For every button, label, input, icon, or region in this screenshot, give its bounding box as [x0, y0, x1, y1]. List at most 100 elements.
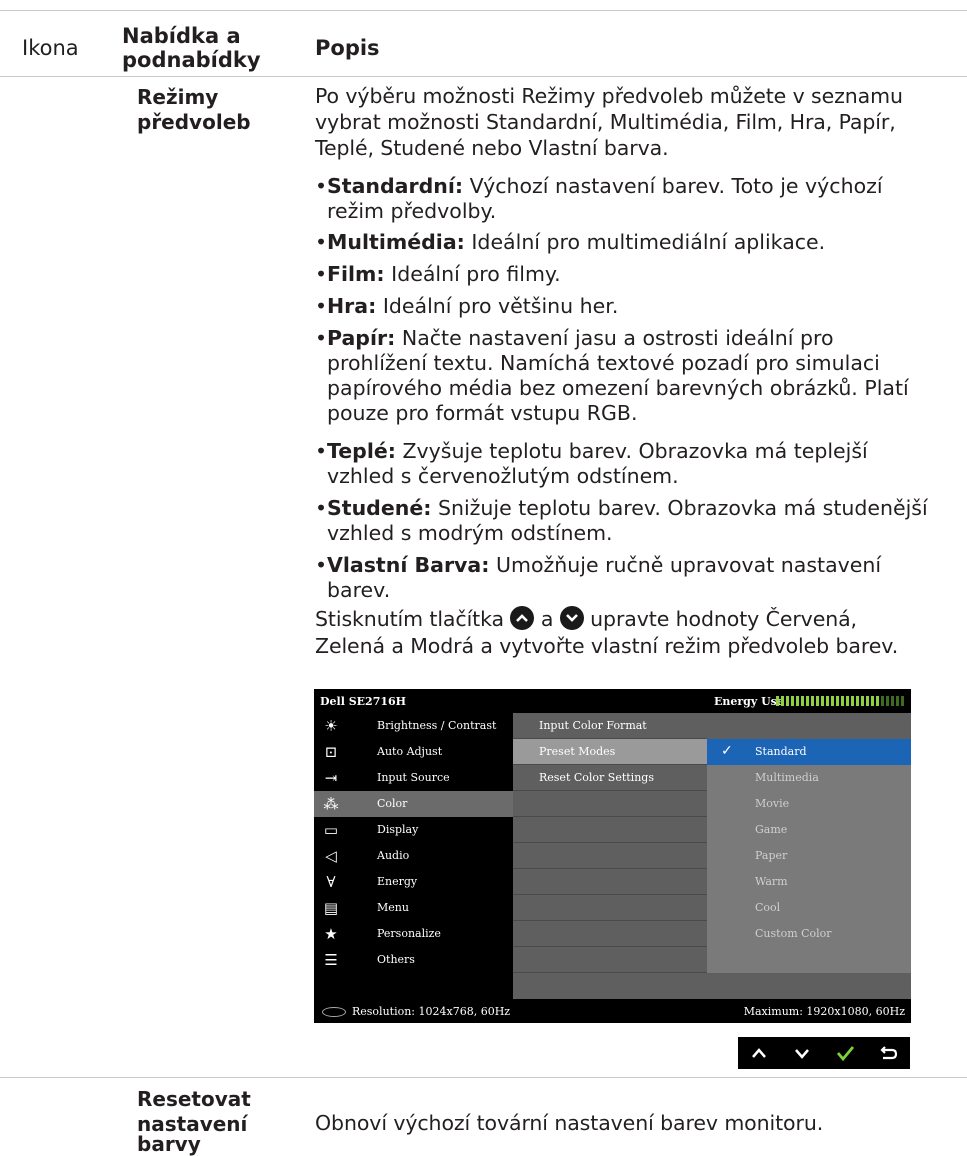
osd-option-multimedia[interactable]: Multimedia [707, 765, 911, 791]
header-rule [0, 76, 967, 77]
intro-line-3: Teplé, Studené nebo Vlastní barva. [315, 136, 669, 160]
osd-menu-label: Menu [377, 901, 409, 914]
chevron-up-icon [752, 1048, 766, 1058]
up-nav-button[interactable] [738, 1037, 781, 1069]
bullet-term: Film: [327, 262, 385, 286]
osd-energy-label: Energy Use [714, 695, 784, 708]
star-icon: ★ [324, 925, 338, 943]
energy-bar-segment [851, 696, 854, 706]
energy-bar-segment [886, 696, 889, 706]
osd-option-label: Multimedia [755, 771, 819, 784]
energy-bar-segment [776, 696, 779, 706]
bullet-text: vzhled s modrým odstínem. [327, 521, 613, 545]
osd-menu-item-others[interactable]: ☰ Others [314, 947, 513, 973]
bullet-standard: •Standardní: Výchozí nastavení barev. To… [315, 174, 955, 224]
osd-menu-label: Input Source [377, 771, 450, 784]
down-nav-button[interactable] [781, 1037, 824, 1069]
header-menu-line2: podnabídky [122, 48, 261, 72]
osd-sub-empty [513, 869, 707, 895]
osd-sub-reset-color[interactable]: Reset Color Settings [513, 765, 707, 791]
osd-option-custom-color[interactable]: Custom Color [707, 921, 911, 947]
osd-sub-empty [513, 791, 707, 817]
bullet-text: Zvyšuje teplotu barev. Obrazovka má tepl… [402, 439, 868, 463]
energy-bar-segment [896, 696, 899, 706]
osd-menu-item-audio[interactable]: ◁ Audio [314, 843, 513, 869]
bullet-paper: •Papír: Načte nastavení jasu a ostrosti … [315, 326, 955, 426]
osd-menu-label: Personalize [377, 927, 441, 940]
intro-line-2: vybrat možnosti Standardní, Multimédia, … [315, 110, 896, 134]
energy-bar-segment [866, 696, 869, 706]
energy-bar-segment [901, 696, 904, 706]
osd-menu-label: Others [377, 953, 415, 966]
energy-bar-segment [841, 696, 844, 706]
osd-option-label: Custom Color [755, 927, 832, 940]
intro-line-1: Po výběru možnosti Režimy předvoleb může… [315, 84, 903, 108]
energy-bar-segment [781, 696, 784, 706]
bullet-term: Teplé: [327, 439, 396, 463]
osd-title-bar: Dell SE2716H Energy Use [314, 689, 911, 713]
energy-bar-segment [821, 696, 824, 706]
energy-bar-segment [806, 696, 809, 706]
monitor-icon [322, 1007, 346, 1017]
bullet-text: Snižuje teplotu barev. Obrazovka má stud… [437, 496, 928, 520]
others-icon: ☰ [324, 951, 338, 969]
bullet-custom-color: •Vlastní Barva: Umožňuje ručně upravovat… [315, 553, 955, 603]
bullet-multimedia: •Multimédia: Ideální pro multimediální a… [315, 230, 826, 254]
energy-bar-segment [871, 696, 874, 706]
osd-menu-screenshot: Dell SE2716H Energy Use ☀ Brightness / Co… [314, 689, 911, 1023]
osd-sub-empty [513, 843, 707, 869]
osd-sub-label: Preset Modes [539, 745, 616, 758]
osd-menu-item-energy[interactable]: ∀ Energy [314, 869, 513, 895]
bullet-term: Studené: [327, 496, 432, 520]
top-rule [0, 10, 967, 11]
press-line-2: Zelená a Modrá a vytvořte vlastní režim … [315, 634, 899, 658]
check-icon [836, 1046, 855, 1062]
energy-bar-segment [801, 696, 804, 706]
osd-option-warm[interactable]: Warm [707, 869, 911, 895]
osd-menu-item-display[interactable]: ▭ Display [314, 817, 513, 843]
osd-option-movie[interactable]: Movie [707, 791, 911, 817]
reset-color-label-1: Resetovat [137, 1087, 251, 1111]
energy-bar-segment [786, 696, 789, 706]
energy-bar-segment [816, 696, 819, 706]
bullet-text: Ideální pro většinu her. [382, 294, 619, 318]
energy-bar-segment [796, 696, 799, 706]
osd-option-label: Game [755, 823, 788, 836]
osd-option-label: Movie [755, 797, 790, 810]
bullet-term: Multimédia: [327, 230, 465, 254]
bullet-text: barev. [327, 578, 391, 602]
energy-bar-segment [876, 696, 879, 706]
osd-menu-item-brightness-contrast[interactable]: ☀ Brightness / Contrast [314, 713, 513, 739]
back-nav-button[interactable] [867, 1037, 910, 1069]
osd-sub-empty [513, 895, 707, 921]
osd-option-label: Standard [755, 745, 807, 758]
osd-menu-item-color[interactable]: ⁂ Color [314, 791, 513, 817]
auto-adjust-icon: ⊡ [324, 743, 338, 761]
osd-option-cool[interactable]: Cool [707, 895, 911, 921]
bullet-term: Hra: [327, 294, 377, 318]
energy-bar-segment [846, 696, 849, 706]
energy-bar-segment [836, 696, 839, 706]
bullet-text: Výchozí nastavení barev. Toto je výchozí [469, 174, 883, 198]
energy-bar-segment [811, 696, 814, 706]
up-button-icon [510, 606, 535, 630]
osd-option-paper[interactable]: Paper [707, 843, 911, 869]
osd-sub-preset-modes[interactable]: Preset Modes [513, 739, 707, 765]
bullet-text: režim předvolby. [327, 199, 497, 223]
section-rule [0, 1077, 967, 1078]
bullet-warm: •Teplé: Zvyšuje teplotu barev. Obrazovka… [315, 439, 955, 489]
press-pre-text: Stisknutím tlačítka [315, 607, 504, 631]
bullet-text: papírového média bez omezení barevných o… [327, 376, 909, 400]
energy-bar-segment [826, 696, 829, 706]
osd-sub-label: Reset Color Settings [539, 771, 654, 784]
osd-menu-item-input-source[interactable]: ⇥ Input Source [314, 765, 513, 791]
osd-menu-item-auto-adjust[interactable]: ⊡ Auto Adjust [314, 739, 513, 765]
osd-menu-item-personalize[interactable]: ★ Personalize [314, 921, 513, 947]
down-button-icon [559, 606, 584, 630]
ok-nav-button[interactable] [824, 1037, 867, 1069]
osd-menu-item-menu[interactable]: ▤ Menu [314, 895, 513, 921]
energy-bar-segment [831, 696, 834, 706]
osd-option-standard[interactable]: ✓ Standard [707, 739, 911, 765]
osd-sub-input-color-format[interactable]: Input Color Format [513, 713, 707, 739]
osd-option-game[interactable]: Game [707, 817, 911, 843]
